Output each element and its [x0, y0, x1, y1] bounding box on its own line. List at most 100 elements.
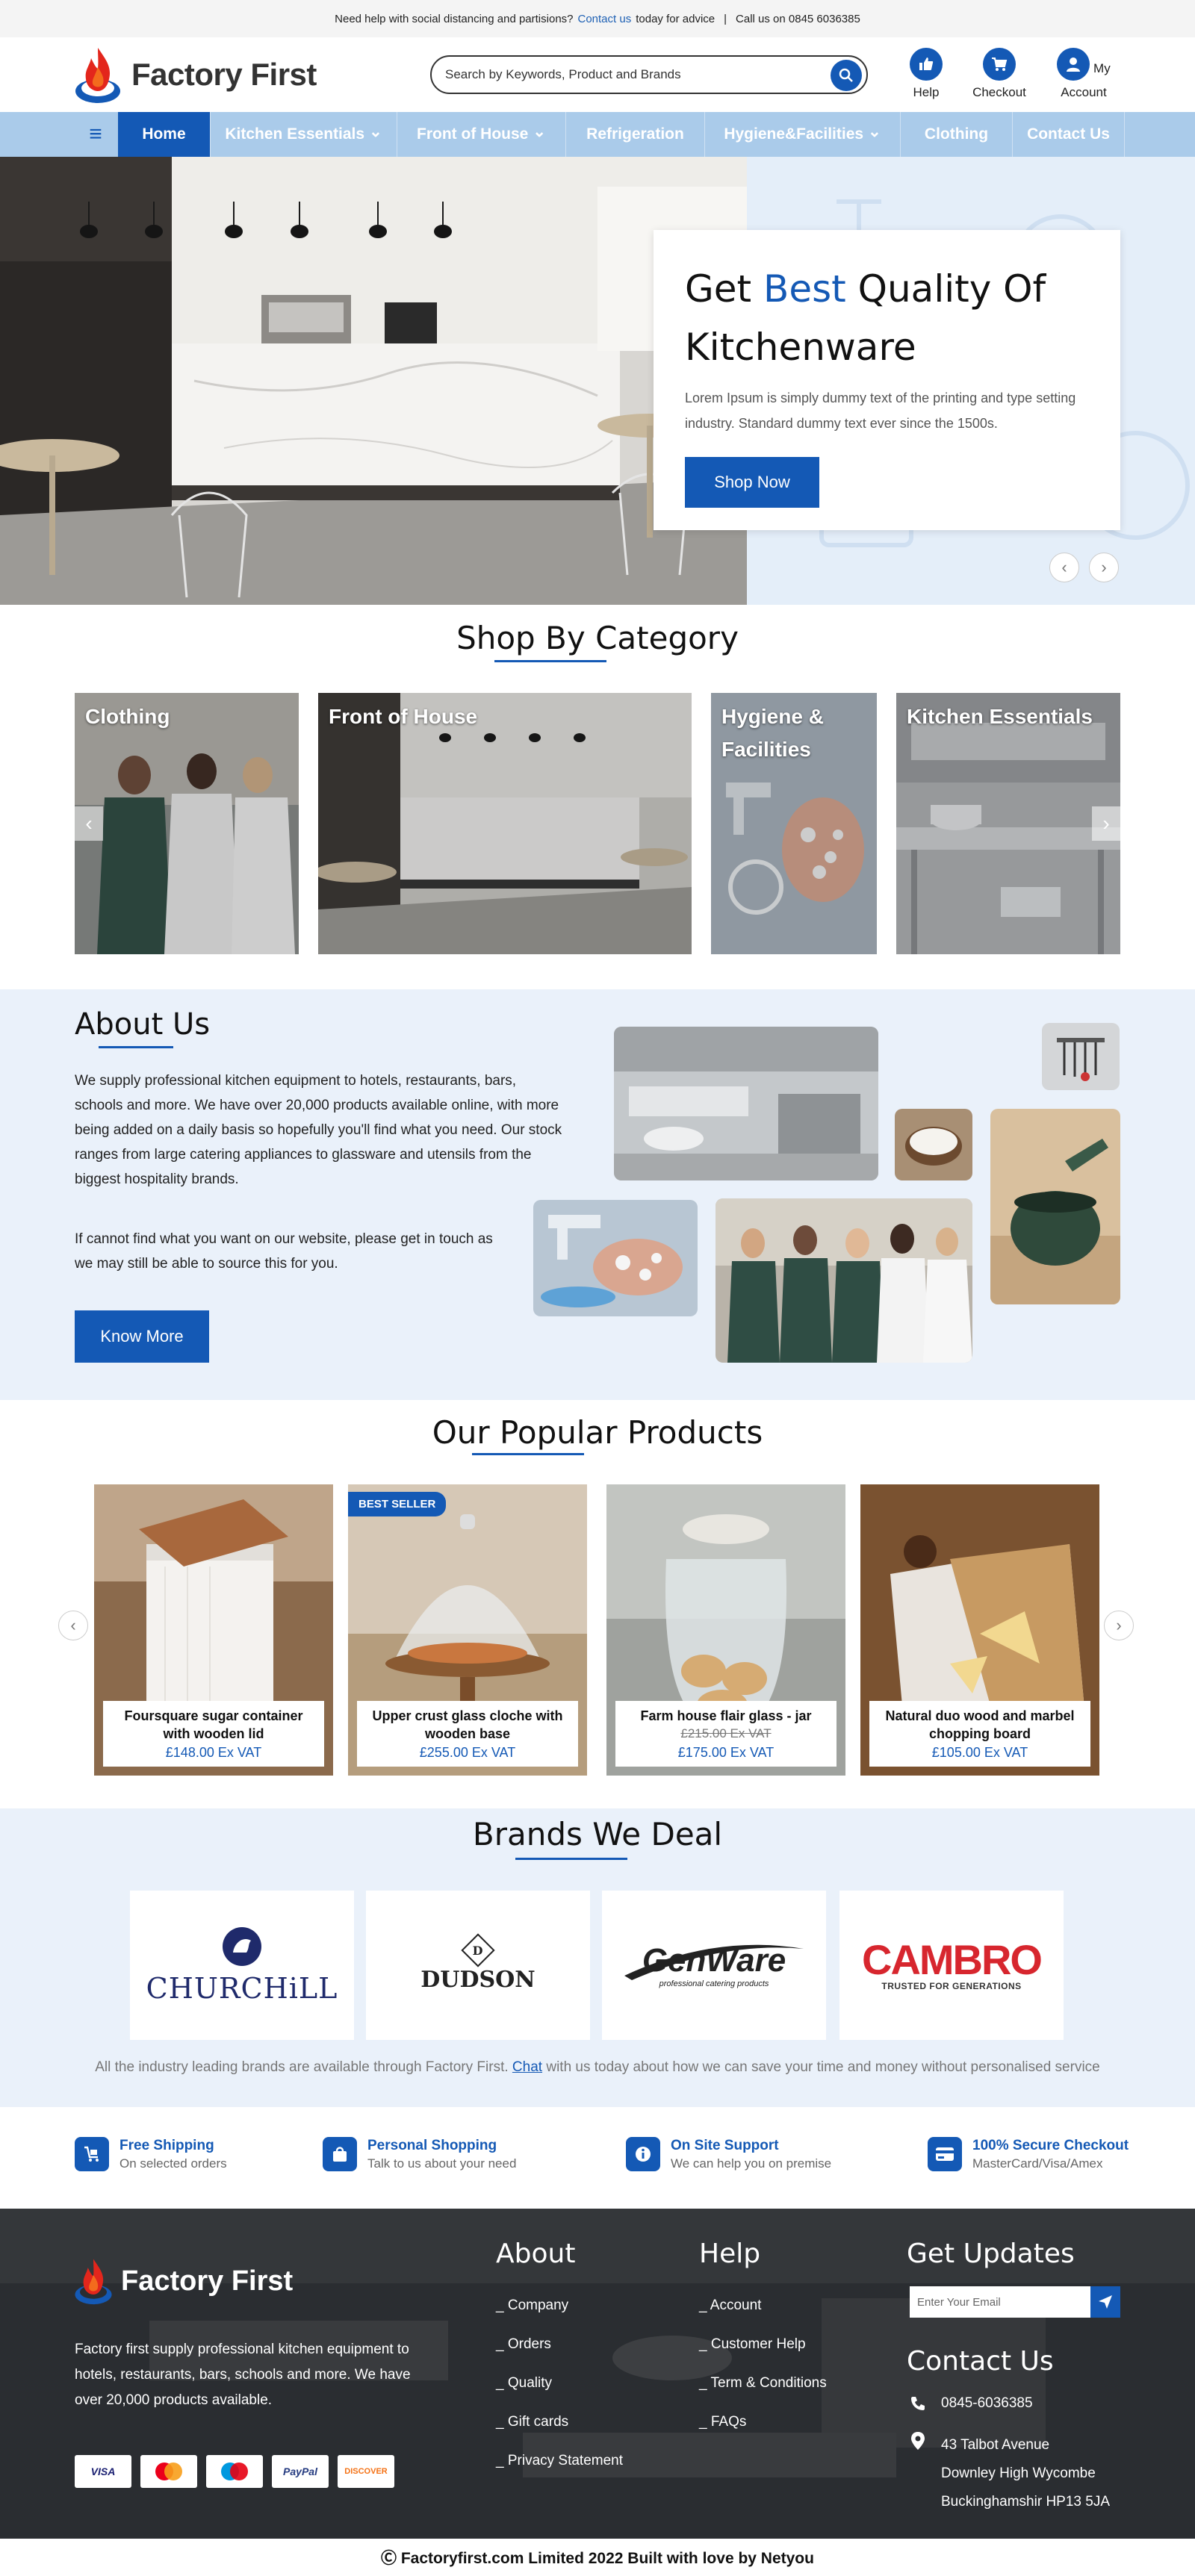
know-more-button[interactable]: Know More: [75, 1310, 209, 1363]
brand-name: GenWare: [642, 1942, 786, 1979]
footer-address: 43 Talbot Avenue Downley High Wycombe Bu…: [910, 2431, 1110, 2516]
nav-item-front-of-house[interactable]: Front of House ⌄: [397, 112, 566, 157]
product-card[interactable]: Natural duo wood and marbel chopping boa…: [860, 1484, 1099, 1776]
category-front-of-house[interactable]: Front of House: [318, 693, 692, 954]
brand-logo-cambro[interactable]: CAMBRO TRUSTED FOR GENERATIONS: [839, 1891, 1064, 2040]
chevron-down-icon: ⌄: [868, 122, 881, 140]
brand-name: CAMBRO: [862, 1936, 1043, 1983]
footer-link-gift-cards[interactable]: _ Gift cards: [496, 2403, 623, 2442]
footer-logo[interactable]: Factory First: [73, 2256, 293, 2306]
category-label: Clothing: [85, 705, 170, 728]
chevron-down-icon: ⌄: [369, 122, 382, 140]
feature-free-shipping: Free Shipping On selected orders: [75, 2137, 227, 2173]
footer-link-account[interactable]: _ Account: [699, 2286, 827, 2325]
nav-label: Home: [142, 125, 186, 143]
products-prev-button[interactable]: ‹: [58, 1611, 88, 1640]
hero-image: [0, 157, 747, 605]
hamburger-menu-icon[interactable]: ≡: [73, 112, 118, 157]
best-seller-badge: BEST SELLER: [348, 1492, 447, 1516]
nav-item-clothing[interactable]: Clothing: [901, 112, 1013, 157]
footer-link-faqs[interactable]: _ FAQs: [699, 2403, 827, 2442]
feature-title: 100% Secure Checkout: [972, 2138, 1129, 2153]
popular-products-title: Our Popular Products: [432, 1414, 763, 1451]
dudson-mark-icon: D: [461, 1932, 495, 1967]
brand-name: DUDSON: [420, 1966, 536, 1993]
newsletter-submit-button[interactable]: [1090, 2286, 1120, 2318]
payment-methods: VISA PayPal DISCOVER: [75, 2455, 394, 2488]
top-announcement-bar: Need help with social distancing and par…: [0, 0, 1195, 37]
brand-logo-churchill[interactable]: CHURCHiLL: [130, 1891, 354, 2040]
footer-link-terms[interactable]: _ Term & Conditions: [699, 2364, 827, 2403]
category-clothing[interactable]: Clothing: [75, 693, 299, 954]
nav-item-refrigeration[interactable]: Refrigeration: [566, 112, 705, 157]
newsletter-email-field[interactable]: Enter Your Email: [910, 2286, 1090, 2318]
my-account-link[interactable]: My Account: [1043, 48, 1125, 100]
category-hygiene-facilities[interactable]: Hygiene & Facilities: [711, 693, 877, 954]
nav-item-kitchen-essentials[interactable]: Kitchen Essentials ⌄: [211, 112, 397, 157]
product-price: £148.00 Ex VAT: [165, 1745, 262, 1760]
checkout-link[interactable]: Checkout: [963, 48, 1035, 100]
search-input[interactable]: Search by Keywords, Product and Brands: [430, 55, 868, 94]
footer-logo-text: Factory First: [121, 2265, 294, 2297]
hero-prev-button[interactable]: ‹: [1049, 553, 1079, 582]
search-button[interactable]: [831, 60, 862, 91]
about-title: About Us: [75, 1007, 211, 1042]
feature-secure-checkout: 100% Secure Checkout MasterCard/Visa/Amex: [928, 2137, 1129, 2173]
product-name: Upper crust glass cloche with wooden bas…: [372, 1708, 563, 1741]
title-underline: [472, 1453, 584, 1455]
about-photo-kitchen: [614, 1027, 878, 1180]
feature-title: On Site Support: [671, 2138, 779, 2153]
nav-item-hygiene-facilities[interactable]: Hygiene&Facilities ⌄: [705, 112, 901, 157]
footer-help-links: _ Account _ Customer Help _ Term & Condi…: [699, 2286, 827, 2442]
footer-link-privacy[interactable]: _ Privacy Statement: [496, 2442, 623, 2480]
mastercard-icon: [140, 2455, 197, 2488]
footer-link-orders[interactable]: _ Orders: [496, 2325, 623, 2364]
flame-logo-icon: [75, 48, 120, 103]
thumbs-up-icon: [910, 48, 943, 81]
contact-us-link[interactable]: Contact us: [578, 13, 632, 25]
nav-item-home[interactable]: Home: [118, 112, 211, 157]
category-kitchen-essentials[interactable]: Kitchen Essentials: [896, 693, 1120, 954]
brand-logo-dudson[interactable]: D DUDSON: [366, 1891, 590, 2040]
category-label: Hygiene & Facilities: [721, 705, 824, 761]
feature-subtitle: We can help you on premise: [671, 2156, 832, 2171]
category-next-button[interactable]: ›: [1092, 806, 1120, 841]
category-prev-button[interactable]: ‹: [75, 806, 103, 841]
product-card[interactable]: Foursquare sugar container with wooden l…: [94, 1484, 333, 1776]
logo-text: Factory First: [131, 57, 317, 92]
main-navigation: ≡ Home Kitchen Essentials ⌄ Front of Hous…: [0, 112, 1195, 157]
about-photo-rice-bowl: [895, 1109, 972, 1180]
product-card[interactable]: Farm house flair glass - jar £215.00 Ex …: [606, 1484, 845, 1776]
brand-logo-genware[interactable]: GenWare professional catering products: [602, 1891, 826, 2040]
send-icon: [1099, 2295, 1112, 2309]
about-photo-utensils: [1042, 1023, 1120, 1090]
logo[interactable]: Factory First: [73, 43, 342, 106]
category-label: Kitchen Essentials: [907, 705, 1093, 728]
nav-label: Hygiene&Facilities: [724, 125, 864, 143]
maestro-icon: [206, 2455, 263, 2488]
product-old-price: £215.00 Ex VAT: [680, 1726, 772, 1740]
chat-link[interactable]: Chat: [512, 2059, 542, 2075]
hero-card: Get Best Quality Of Kitchenware Lorem Ip…: [654, 230, 1120, 530]
product-price: £255.00 Ex VAT: [419, 1745, 516, 1760]
footer-link-quality[interactable]: _ Quality: [496, 2364, 623, 2403]
nav-item-contact-us[interactable]: Contact Us: [1013, 112, 1125, 157]
help-link[interactable]: Help: [904, 48, 949, 100]
hero-title: Get Best Quality Of Kitchenware: [685, 267, 1046, 369]
feature-on-site-support: On Site Support We can help you on premis…: [626, 2137, 831, 2173]
help-text: Need help with social distancing and par…: [335, 12, 574, 25]
brands-title: Brands We Deal: [472, 1816, 723, 1852]
email-placeholder: Enter Your Email: [917, 2295, 1001, 2309]
footer-link-company[interactable]: _ Company: [496, 2286, 623, 2325]
nav-label: Kitchen Essentials: [225, 125, 365, 143]
product-card[interactable]: BEST SELLER Upper crust glass cloche wit…: [348, 1484, 587, 1776]
shop-now-button[interactable]: Shop Now: [685, 457, 819, 508]
paypal-icon: PayPal: [272, 2455, 329, 2488]
product-info: Foursquare sugar container with wooden l…: [103, 1701, 324, 1767]
hero-next-button[interactable]: ›: [1089, 553, 1119, 582]
products-next-button[interactable]: ›: [1104, 1611, 1134, 1640]
footer-link-customer-help[interactable]: _ Customer Help: [699, 2325, 827, 2364]
feature-subtitle: On selected orders: [120, 2156, 227, 2171]
footer-description: Factory first supply professional kitche…: [75, 2342, 411, 2408]
about-paragraph-1: We supply professional kitchen equipment…: [75, 1073, 562, 1187]
